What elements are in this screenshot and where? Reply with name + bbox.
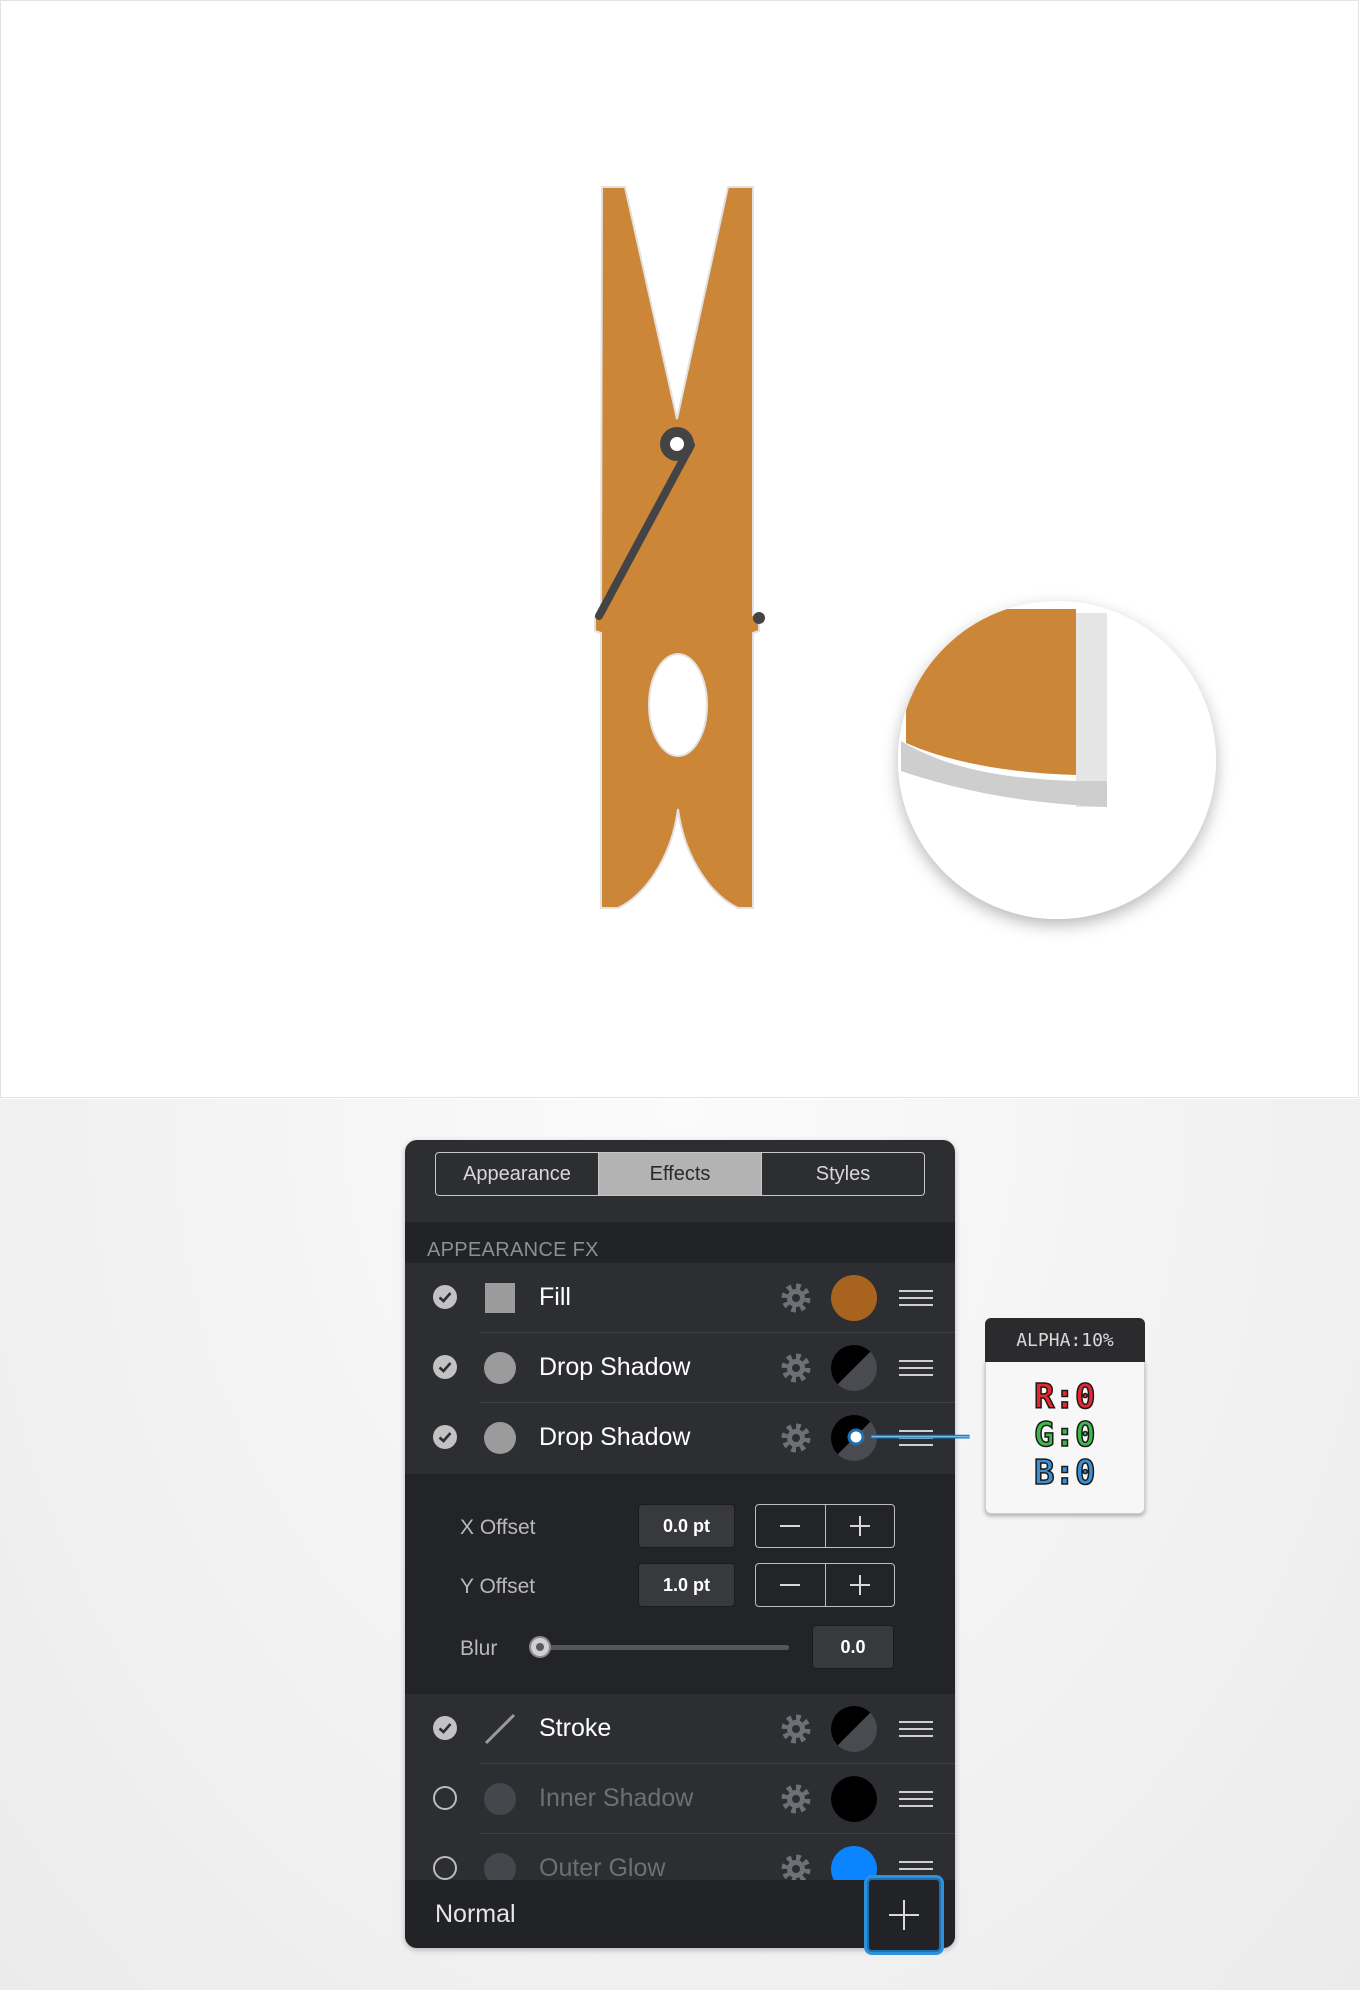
effect-label: Stroke <box>539 1714 612 1742</box>
circle-icon <box>483 1421 517 1455</box>
circle-icon <box>483 1782 517 1816</box>
effect-label: Fill <box>539 1283 571 1311</box>
callout-connector <box>871 1434 970 1439</box>
color-swatch-drop-shadow-1[interactable] <box>831 1345 877 1391</box>
gear-icon[interactable] <box>779 1421 813 1455</box>
blur-label: Blur <box>460 1637 498 1660</box>
tab-bar: Appearance Effects Styles <box>435 1152 925 1196</box>
red-value: R:0 <box>1033 1377 1096 1417</box>
add-effect-button[interactable] <box>864 1875 944 1955</box>
checkbox-inner-shadow[interactable] <box>433 1786 457 1810</box>
minus-icon[interactable] <box>756 1564 826 1606</box>
x-offset-stepper[interactable] <box>755 1504 895 1548</box>
plus-icon[interactable] <box>826 1564 895 1606</box>
color-swatch-inner-shadow[interactable] <box>831 1776 877 1822</box>
tab-appearance[interactable]: Appearance <box>436 1153 599 1195</box>
circle-icon <box>483 1351 517 1385</box>
tab-effects[interactable]: Effects <box>599 1153 762 1195</box>
alpha-label: ALPHA:10% <box>985 1318 1145 1362</box>
drag-handle-icon[interactable] <box>899 1358 933 1378</box>
checkbox-drop-shadow-2[interactable] <box>433 1425 457 1449</box>
plus-icon <box>889 1900 919 1930</box>
clothespin-hole <box>648 653 708 757</box>
drop-shadow-settings: X Offset 0.0 pt Y Offset 1.0 pt Blur 0.0 <box>405 1474 955 1694</box>
color-swatch-fill[interactable] <box>831 1275 877 1321</box>
effect-row-stroke[interactable]: Stroke <box>405 1694 955 1764</box>
blur-slider-track[interactable] <box>539 1645 789 1650</box>
color-callout: R:0 G:0 B:0 ALPHA:10% <box>985 1318 1145 1514</box>
blur-slider-knob[interactable] <box>529 1636 551 1658</box>
drag-handle-icon[interactable] <box>899 1789 933 1809</box>
drag-handle-icon[interactable] <box>899 1288 933 1308</box>
clothespin-shape <box>594 186 760 909</box>
green-value: G:0 <box>1033 1415 1096 1455</box>
line-icon <box>483 1712 517 1746</box>
gear-icon[interactable] <box>779 1782 813 1816</box>
appearance-panel: Appearance Effects Styles APPEARANCE FX … <box>405 1140 955 1948</box>
checkbox-fill[interactable] <box>433 1285 457 1309</box>
blur-value-field[interactable]: 0.0 <box>812 1625 894 1669</box>
color-picker-handle <box>847 1428 865 1446</box>
tab-styles[interactable]: Styles <box>762 1153 924 1195</box>
x-offset-field[interactable]: 0.0 pt <box>638 1504 735 1548</box>
gear-icon[interactable] <box>779 1712 813 1746</box>
y-offset-label: Y Offset <box>460 1575 536 1598</box>
effect-label: Outer Glow <box>539 1854 666 1882</box>
checkbox-drop-shadow-1[interactable] <box>433 1355 457 1379</box>
clothespin-illustration <box>594 186 1216 919</box>
checkbox-stroke[interactable] <box>433 1716 457 1740</box>
effect-row-inner-shadow[interactable]: Inner Shadow <box>405 1764 955 1834</box>
gear-icon[interactable] <box>779 1281 813 1315</box>
effect-row-drop-shadow-1[interactable]: Drop Shadow <box>405 1333 955 1403</box>
gear-icon[interactable] <box>779 1351 813 1385</box>
section-title: APPEARANCE FX <box>427 1239 599 1261</box>
drag-handle-icon[interactable] <box>899 1719 933 1739</box>
spring-end-dot <box>753 612 765 624</box>
plus-icon[interactable] <box>826 1505 895 1547</box>
minus-icon[interactable] <box>756 1505 826 1547</box>
effect-label: Inner Shadow <box>539 1784 694 1812</box>
square-icon <box>483 1281 517 1315</box>
color-callout-body: R:0 G:0 B:0 <box>985 1358 1145 1514</box>
artboard-canvas <box>0 0 1359 1098</box>
x-offset-label: X Offset <box>460 1516 536 1539</box>
color-swatch-stroke[interactable] <box>831 1706 877 1752</box>
effect-label: Drop Shadow <box>539 1353 691 1381</box>
effect-row-fill[interactable]: Fill <box>405 1263 955 1333</box>
effect-label: Drop Shadow <box>539 1423 691 1451</box>
y-offset-field[interactable]: 1.0 pt <box>638 1563 735 1607</box>
blue-value: B:0 <box>1033 1453 1096 1493</box>
checkbox-outer-glow[interactable] <box>433 1856 457 1880</box>
blend-mode-select[interactable]: Normal <box>435 1900 516 1929</box>
y-offset-stepper[interactable] <box>755 1563 895 1607</box>
